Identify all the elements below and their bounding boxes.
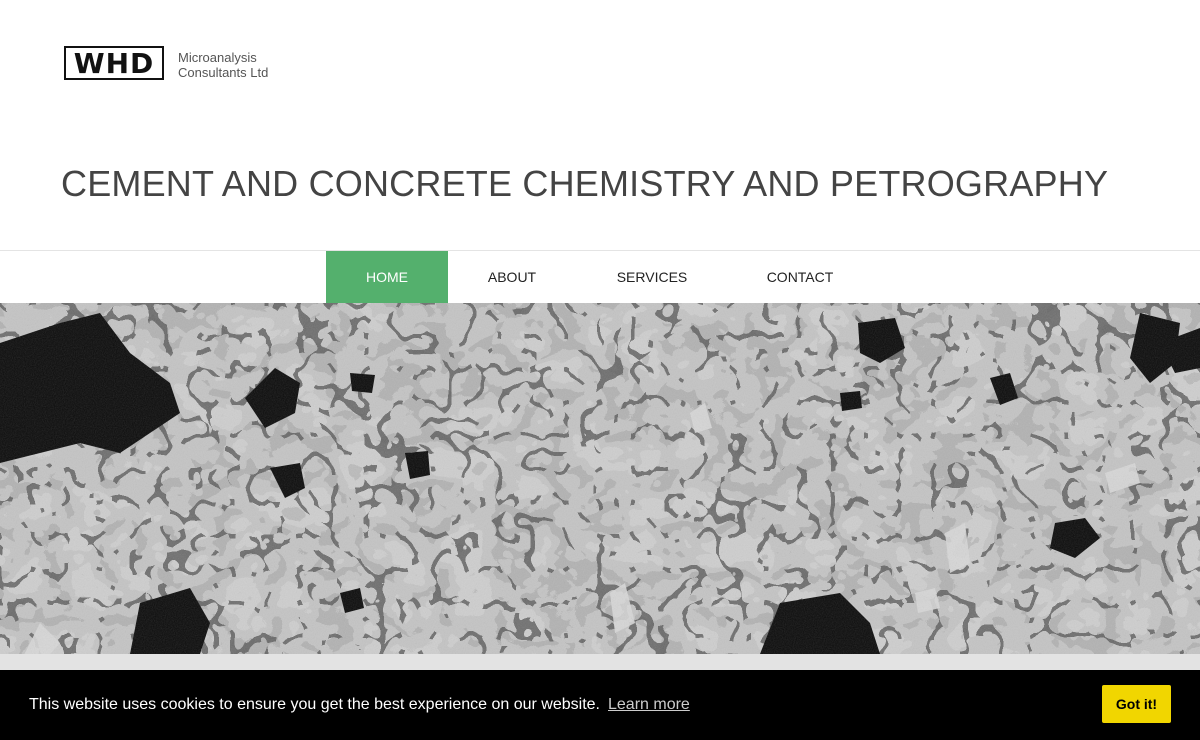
nav-about[interactable]: ABOUT <box>448 251 576 303</box>
cookie-accept-button[interactable]: Got it! <box>1102 685 1171 723</box>
site-tagline: CEMENT AND CONCRETE CHEMISTRY AND PETROG… <box>61 163 1109 204</box>
site-header: WHD Microanalysis Consultants Ltd CEMENT… <box>0 0 1200 250</box>
main-navigation: HOME ABOUT SERVICES CONTACT <box>0 250 1200 304</box>
content-band <box>0 654 1200 670</box>
company-name: Microanalysis Consultants Ltd <box>178 50 268 80</box>
nav-contact[interactable]: CONTACT <box>728 251 872 303</box>
company-name-line2: Consultants Ltd <box>178 65 269 80</box>
logo-mark: WHD <box>64 46 164 80</box>
nav-services[interactable]: SERVICES <box>576 251 728 303</box>
cookie-banner: This website uses cookies to ensure you … <box>0 670 1200 740</box>
cookie-message: This website uses cookies to ensure you … <box>29 696 600 713</box>
nav-home[interactable]: HOME <box>326 251 448 303</box>
site-logo[interactable]: WHD Microanalysis Consultants Ltd <box>64 46 268 80</box>
hero-micrograph-image <box>0 303 1200 654</box>
cookie-learn-more-link[interactable]: Learn more <box>608 696 690 714</box>
company-name-line1: Microanalysis <box>178 50 257 65</box>
